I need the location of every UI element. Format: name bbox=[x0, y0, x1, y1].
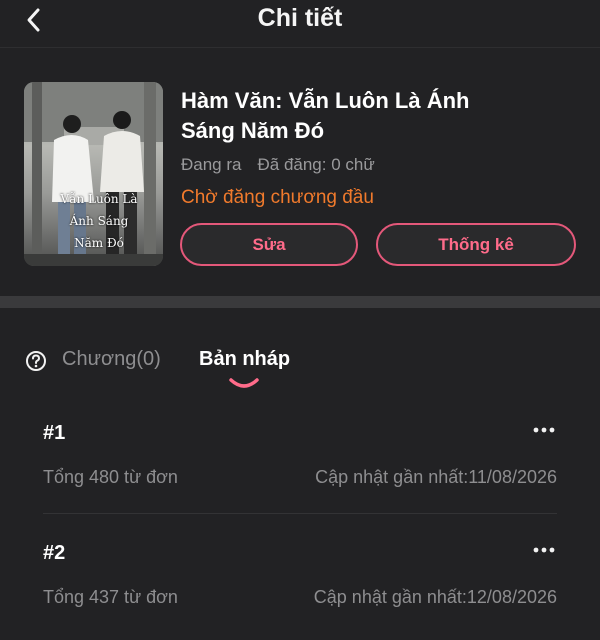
question-circle-icon[interactable] bbox=[25, 350, 47, 372]
cover-line-3: Năm Đó bbox=[74, 236, 124, 250]
draft-number: #2 bbox=[43, 542, 66, 564]
more-horizontal-icon bbox=[533, 427, 555, 433]
active-tab-indicator bbox=[229, 378, 259, 388]
book-meta: Đang ra Đã đăng: 0 chữ bbox=[181, 155, 375, 175]
edit-button[interactable]: Sửa bbox=[180, 223, 358, 266]
draft-number: #1 bbox=[43, 422, 66, 444]
more-horizontal-icon bbox=[533, 547, 555, 553]
book-cover-image[interactable]: Vẫn Luôn Là Ánh Sáng Năm Đó bbox=[24, 82, 163, 266]
page-title: Chi tiết bbox=[257, 4, 343, 32]
draft-word-count: Tổng 480 từ đơn bbox=[43, 467, 178, 487]
pending-status: Chờ đăng chương đầu bbox=[181, 187, 374, 208]
row-divider bbox=[43, 513, 557, 514]
tab-drafts[interactable]: Bản nháp bbox=[199, 348, 290, 371]
draft-updated-date: Cập nhật gần nhất:11/08/2026 bbox=[315, 467, 557, 487]
cover-title-text: Vẫn Luôn Là Ánh Sáng Năm Đó bbox=[54, 188, 144, 254]
word-count: Đã đăng: 0 chữ bbox=[257, 155, 375, 174]
book-title: Hàm Văn: Vẫn Luôn Là Ánh Sáng Năm Đó bbox=[181, 88, 470, 143]
more-options-button[interactable] bbox=[528, 420, 560, 440]
more-options-button[interactable] bbox=[528, 540, 560, 560]
draft-item[interactable]: #2 Tổng 437 từ đơn Cập nhật gần nhất:12/… bbox=[0, 520, 600, 640]
tab-bar: Chương(0) Bản nháp bbox=[0, 308, 600, 398]
cover-line-1: Vẫn Luôn Là bbox=[60, 192, 138, 206]
top-bar: Chi tiết bbox=[0, 0, 600, 48]
cover-line-2: Ánh Sáng bbox=[69, 214, 129, 228]
publish-status: Đang ra bbox=[181, 155, 242, 174]
tab-chapters[interactable]: Chương(0) bbox=[62, 348, 161, 371]
statistics-button[interactable]: Thống kê bbox=[376, 223, 576, 266]
draft-updated-date: Cập nhật gần nhất:12/08/2026 bbox=[313, 587, 557, 607]
draft-word-count: Tổng 437 từ đơn bbox=[43, 587, 178, 607]
draft-item[interactable]: #1 Tổng 480 từ đơn Cập nhật gần nhất:11/… bbox=[0, 400, 600, 520]
section-divider bbox=[0, 296, 600, 308]
